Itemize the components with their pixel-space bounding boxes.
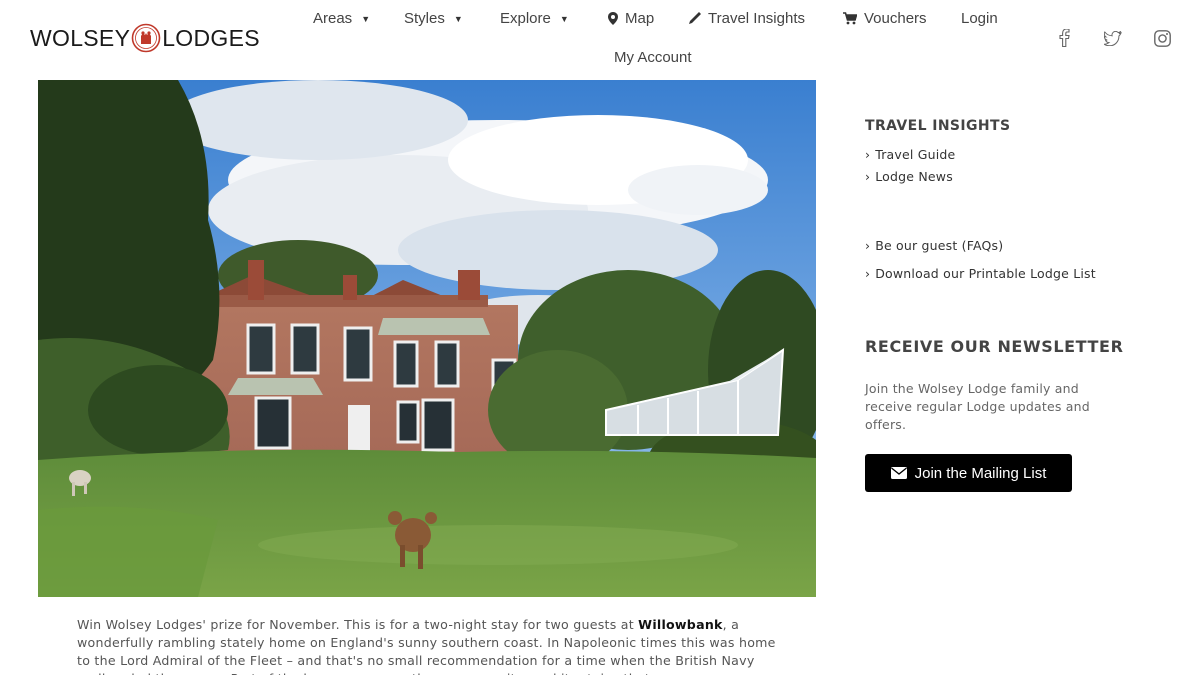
site-logo[interactable]: WOLSEY LODGES	[30, 20, 260, 56]
logo-text-left: WOLSEY	[30, 25, 131, 51]
lodge-name-link[interactable]: Willowbank	[638, 617, 722, 632]
chevron-right-icon: ›	[865, 147, 871, 162]
chevron-right-icon: ›	[865, 169, 871, 184]
sidebar-link-label: Download our Printable Lodge List	[875, 266, 1096, 281]
nav-my-account[interactable]: My Account	[614, 49, 692, 66]
nav-map-label: Map	[625, 10, 655, 27]
article-body: Win Wolsey Lodges' prize for November. T…	[77, 616, 777, 675]
nav-login[interactable]: Login	[961, 10, 998, 27]
wolsey-crest-icon	[131, 23, 161, 53]
twitter-icon[interactable]	[1103, 28, 1123, 48]
nav-travel-insights-label: Travel Insights	[708, 10, 805, 27]
facebook-icon[interactable]	[1055, 28, 1075, 48]
nav-login-label: Login	[961, 10, 998, 27]
map-pin-icon	[608, 12, 618, 25]
newsletter-heading: RECEIVE OUR NEWSLETTER	[865, 337, 1124, 356]
nav-areas[interactable]: Areas ▼	[313, 10, 370, 27]
nav-vouchers-label: Vouchers	[864, 10, 927, 27]
envelope-icon	[890, 467, 907, 479]
join-mailing-list-label: Join the Mailing List	[914, 464, 1047, 482]
cart-icon	[843, 12, 857, 25]
sidebar-link-label: Be our guest (FAQs)	[875, 238, 1004, 253]
nav-vouchers[interactable]: Vouchers	[843, 10, 927, 27]
logo-text-right: LODGES	[162, 25, 260, 51]
sidebar-link-faqs[interactable]: › Be our guest (FAQs)	[865, 238, 1003, 253]
join-mailing-list-button[interactable]: Join the Mailing List	[865, 454, 1072, 492]
nav-my-account-label: My Account	[614, 49, 692, 66]
sidebar-link-lodge-list[interactable]: › Download our Printable Lodge List	[865, 266, 1096, 281]
pen-icon	[688, 12, 701, 25]
travel-insights-heading: TRAVEL INSIGHTS	[865, 118, 1011, 134]
sidebar-link-lodge-news[interactable]: › Lodge News	[865, 169, 953, 184]
sidebar-link-travel-guide[interactable]: › Travel Guide	[865, 147, 955, 162]
caret-down-icon: ▼	[361, 13, 371, 24]
nav-styles-label: Styles	[404, 10, 445, 27]
nav-map[interactable]: Map	[608, 10, 654, 27]
caret-down-icon: ▼	[559, 13, 569, 24]
country-house-photo	[38, 80, 816, 597]
instagram-icon[interactable]	[1152, 28, 1172, 48]
sidebar-link-label: Travel Guide	[875, 147, 956, 162]
chevron-right-icon: ›	[865, 238, 871, 253]
nav-explore-label: Explore	[500, 10, 551, 27]
sidebar-link-label: Lodge News	[875, 169, 953, 184]
nav-areas-label: Areas	[313, 10, 353, 27]
newsletter-description: Join the Wolsey Lodge family and receive…	[865, 381, 1090, 432]
chevron-right-icon: ›	[865, 266, 871, 281]
article-lead: Win Wolsey Lodges' prize for November. T…	[77, 617, 639, 632]
nav-explore[interactable]: Explore ▼	[500, 10, 569, 27]
nav-travel-insights[interactable]: Travel Insights	[688, 10, 805, 27]
caret-down-icon: ▼	[453, 13, 463, 24]
nav-styles[interactable]: Styles ▼	[404, 10, 463, 27]
